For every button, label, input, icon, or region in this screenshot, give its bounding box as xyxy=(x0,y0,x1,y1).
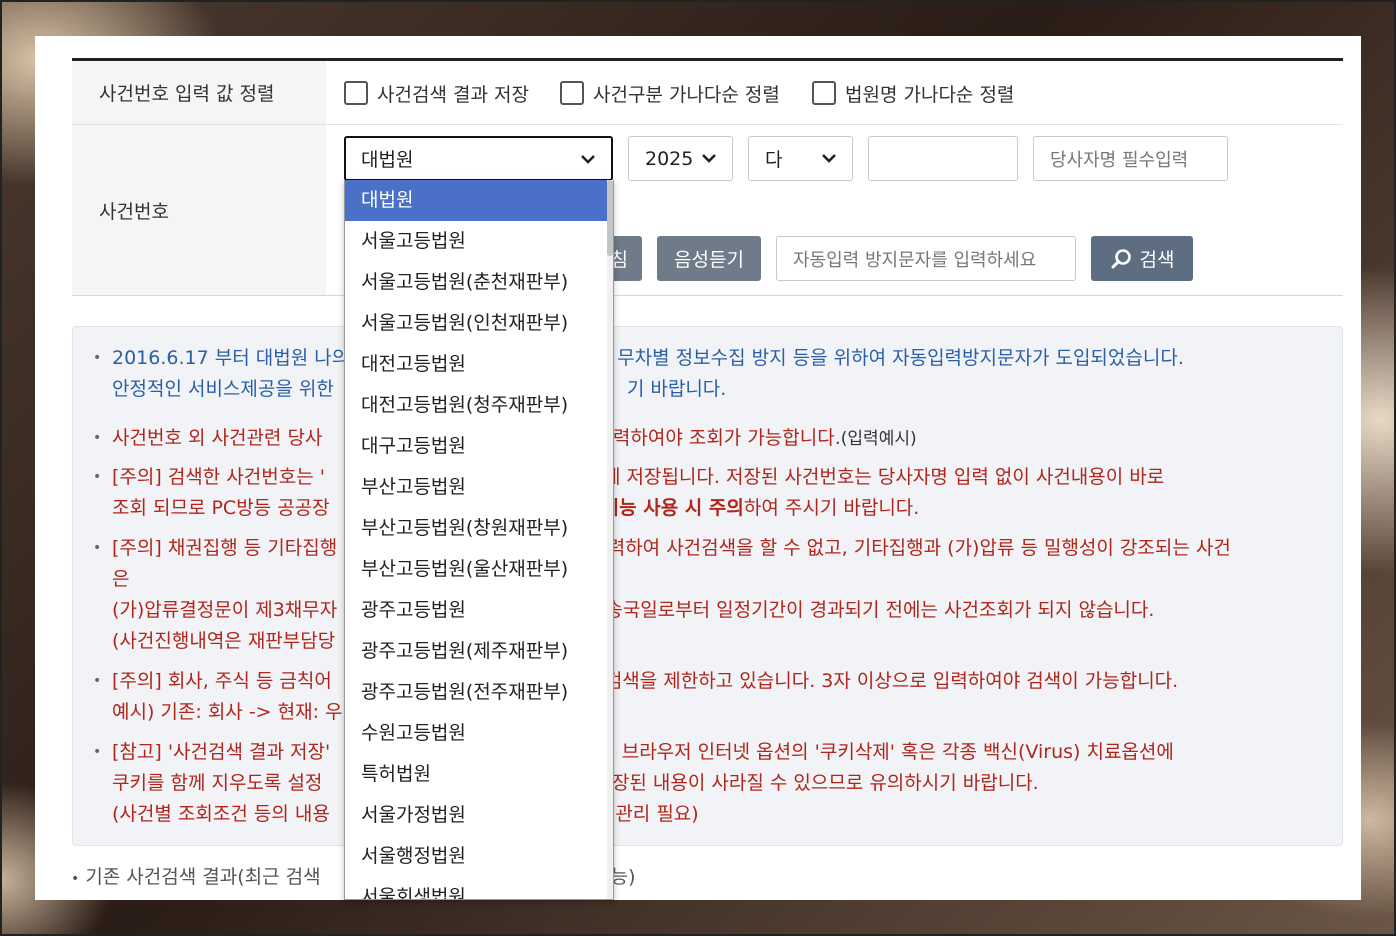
notice-text: 입력하여 사건검색을 할 수 없고, 기타집행과 (가)압류 등 밀행성이 강조… xyxy=(590,537,1231,559)
notice-text: 무차별 정보수집 방지 등을 위하여 자동입력방지문자가 도입되었습니다. xyxy=(617,347,1184,369)
notice-text: (사건별 조회조건 등의 내용 xyxy=(112,803,330,825)
chevron-down-icon xyxy=(822,154,836,163)
checkbox-label: 사건검색 결과 저장 xyxy=(377,83,529,106)
case-search-panel: 사건번호 입력 값 정렬 사건검색 결과 저장 사건구분 가나다순 정렬 법원명… xyxy=(35,36,1361,900)
sort-court-name-checkbox[interactable]: 법원명 가나다순 정렬 xyxy=(812,61,1014,125)
checkbox-label: 사건구분 가나다순 정렬 xyxy=(593,83,780,106)
notice-text: 사건번호 외 사건관련 당사 xyxy=(112,427,323,449)
case-number-input[interactable] xyxy=(868,136,1018,181)
notice-item: • [참고] '사건검색 결과 저장' 웹 브라우저 인터넷 옵션의 '쿠키삭제'… xyxy=(93,741,1174,825)
court-option[interactable]: 광주고등법원 xyxy=(345,590,613,631)
case-number-label: 사건번호 xyxy=(72,125,326,295)
voice-captcha-button[interactable]: 음성듣기 xyxy=(657,236,761,281)
notice-item: • [주의] 검색한 사건번호는 ' 에 저장됩니다. 저장된 사건번호는 당사자… xyxy=(93,466,1165,519)
search-button-label: 검색 xyxy=(1139,249,1175,271)
notice-text: 입력하여야 조회가 가능합니다. xyxy=(595,427,841,449)
court-option[interactable]: 대법원 xyxy=(345,180,613,221)
sort-options-label: 사건번호 입력 값 정렬 xyxy=(72,61,326,124)
court-option[interactable]: 광주고등법원(제주재판부) xyxy=(345,631,613,672)
court-select-value: 대법원 xyxy=(361,149,414,171)
sort-case-type-checkbox[interactable]: 사건구분 가나다순 정렬 xyxy=(560,61,780,125)
case-type-select-value: 다 xyxy=(765,149,783,171)
notice-text: 에 저장됩니다. 저장된 사건번호는 당사자명 입력 없이 사건내용이 바로 xyxy=(602,466,1165,488)
court-option[interactable]: 부산고등법원(창원재판부) xyxy=(345,508,613,549)
checkbox-box[interactable] xyxy=(812,81,836,105)
notice-text: [주의] 채권집행 등 기타집행 xyxy=(112,537,338,559)
notice-text: 예시) 기존: 회사 -> 현재: 우 xyxy=(112,701,343,723)
notice-text: [주의] 회사, 주식 등 금칙어 xyxy=(112,670,332,692)
notice-text: 저장된 내용이 사라질 수 있으므로 유의하시기 바랍니다. xyxy=(594,772,1039,794)
footer-text: 기존 사건검색 결과(최근 검색 xyxy=(85,866,321,888)
notice-text: 기능 사용 시 주의 xyxy=(601,497,744,519)
court-option[interactable]: 서울가정법원 xyxy=(345,795,613,836)
sort-options-row: 사건번호 입력 값 정렬 사건검색 결과 저장 사건구분 가나다순 정렬 법원명… xyxy=(72,61,1343,125)
case-type-select[interactable]: 다 xyxy=(748,136,853,181)
notice-text: 송국일로부터 일정기간이 경과되기 전에는 사건조회가 되지 않습니다. xyxy=(605,599,1155,621)
search-form: 사건번호 입력 값 정렬 사건검색 결과 저장 사건구분 가나다순 정렬 법원명… xyxy=(72,58,1343,296)
notice-text: 은 xyxy=(112,568,130,590)
year-select-value: 2025 xyxy=(645,147,694,170)
court-option[interactable]: 부산고등법원 xyxy=(345,467,613,508)
court-option[interactable]: 대전고등법원 xyxy=(345,344,613,385)
notice-text: 하여 주시기 바랍니다. xyxy=(743,497,920,519)
save-results-checkbox[interactable]: 사건검색 결과 저장 xyxy=(344,61,529,125)
court-select[interactable]: 대법원 xyxy=(344,136,613,181)
court-option[interactable]: 서울행정법원 xyxy=(345,836,613,877)
notice-text: (사건진행내역은 재판부담당 xyxy=(112,630,336,652)
notice-text: 안정적인 서비스제공을 위한 xyxy=(112,378,334,400)
captcha-input[interactable]: 자동입력 방지문자를 입력하세요 xyxy=(776,236,1076,281)
notice-item: • [주의] 회사, 주식 등 금칙어 검색을 제한하고 있습니다. 3자 이상으… xyxy=(93,670,1179,723)
court-option[interactable]: 광주고등법원(전주재판부) xyxy=(345,672,613,713)
court-option[interactable]: 서울고등법원 xyxy=(345,221,613,262)
dropdown-scrollbar[interactable] xyxy=(607,180,613,899)
court-option[interactable]: 서울고등법원(인천재판부) xyxy=(345,303,613,344)
notice-text: 기 바랍니다. xyxy=(626,378,727,400)
footer-text: 능) xyxy=(610,866,636,888)
party-name-input[interactable]: 당사자명 필수입력 xyxy=(1033,136,1228,181)
checkbox-label: 법원명 가나다순 정렬 xyxy=(845,83,1015,106)
court-option[interactable]: 서울고등법원(춘천재판부) xyxy=(345,262,613,303)
search-button[interactable]: 검색 xyxy=(1091,236,1193,281)
case-number-row: 사건번호 대법원 2025 다 당사자명 필수입력 침 음성듣기 자동입력 방지… xyxy=(72,125,1343,296)
court-dropdown-list[interactable]: 대법원 서울고등법원 서울고등법원(춘천재판부) 서울고등법원(인천재판부) 대전고등법… xyxy=(344,180,614,900)
notice-box: • 2016.6.17 부터 대법원 나의 무차별 정보수집 방지 등을 위하여 … xyxy=(72,326,1343,846)
notice-text: 검색을 제한하고 있습니다. 3자 이상으로 입력하여야 검색이 가능합니다. xyxy=(604,670,1179,692)
notice-text: 쿠키를 함께 지우도록 설정 xyxy=(112,772,323,794)
court-option[interactable]: 서울회생법원 xyxy=(345,877,613,899)
court-option[interactable]: 특허법원 xyxy=(345,754,613,795)
notice-text: 웹 브라우저 인터넷 옵션의 '쿠키삭제' 혹은 각종 백신(Virus) 치료… xyxy=(598,741,1174,763)
search-icon xyxy=(1111,248,1131,268)
court-option[interactable]: 대전고등법원(청주재판부) xyxy=(345,385,613,426)
checkbox-box[interactable] xyxy=(344,81,368,105)
dropdown-scrollbar-thumb[interactable] xyxy=(607,180,613,256)
court-option[interactable]: 대구고등법원 xyxy=(345,426,613,467)
notice-text: (입력예시) xyxy=(840,429,917,449)
notice-text: 2016.6.17 부터 대법원 나의 xyxy=(112,347,350,369)
year-select[interactable]: 2025 xyxy=(628,136,733,181)
notice-text: [주의] 검색한 사건번호는 ' xyxy=(112,466,325,488)
notice-item: • 2016.6.17 부터 대법원 나의 무차별 정보수집 방지 등을 위하여 … xyxy=(93,347,1184,400)
notice-text: (가)압류결정문이 제3채무자 xyxy=(112,599,338,621)
chevron-down-icon xyxy=(581,155,595,164)
notice-text: [참고] '사건검색 결과 저장' xyxy=(112,741,331,763)
notice-text: 조회 되므로 PC방등 공공장 xyxy=(112,497,330,519)
notice-item: • [주의] 채권집행 등 기타집행 입력하여 사건검색을 할 수 없고, 기타집… xyxy=(93,537,1231,652)
court-option[interactable]: 부산고등법원(울산재판부) xyxy=(345,549,613,590)
chevron-down-icon xyxy=(702,154,716,163)
checkbox-box[interactable] xyxy=(560,81,584,105)
court-option[interactable]: 수원고등법원 xyxy=(345,713,613,754)
